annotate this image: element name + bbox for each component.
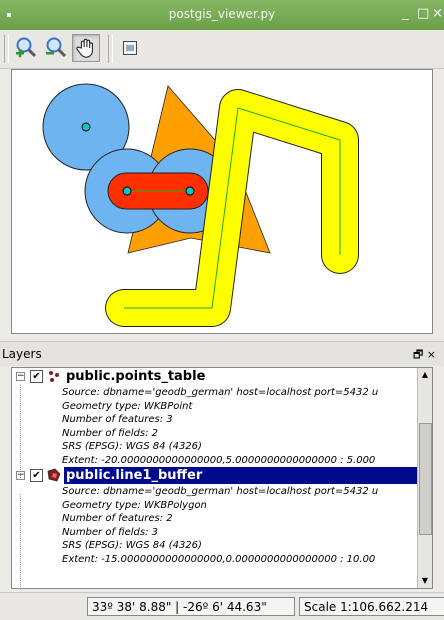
- layer-visibility-checkbox[interactable]: ✔: [30, 469, 43, 482]
- polygon-layer-icon: [47, 468, 61, 482]
- layer-info-fields: Number of fields: 3: [62, 526, 159, 538]
- layer-info-features: Number of features: 2: [62, 513, 173, 524]
- map-svg[interactable]: [12, 70, 433, 334]
- layers-panel-title: Layers: [2, 347, 42, 361]
- point-layer-icon: [49, 371, 59, 382]
- collapse-toggle-icon[interactable]: −: [16, 372, 25, 381]
- scroll-down-arrow-icon[interactable]: ▼: [418, 574, 432, 588]
- scrollbar-thumb[interactable]: [419, 423, 432, 535]
- dock-float-icon[interactable]: 🗗 ×: [413, 346, 436, 365]
- maximize-button[interactable]: □: [417, 6, 429, 21]
- layer-visibility-checkbox[interactable]: ✔: [30, 370, 43, 383]
- scroll-up-arrow-icon[interactable]: ▲: [418, 368, 432, 382]
- layer-info-source: Source: dbname='geodb_german' host=local…: [62, 486, 379, 497]
- layer-info-fields: Number of fields: 2: [62, 427, 159, 439]
- layer-row-points[interactable]: − ✔ public.points_table: [12, 368, 418, 386]
- zoom-in-button[interactable]: [12, 34, 40, 62]
- tree-guide-line: [20, 494, 21, 588]
- layer-info-geometry: Geometry type: WKBPoint: [62, 400, 193, 412]
- layers-vertical-scrollbar[interactable]: ▲ ▼: [417, 368, 432, 588]
- tree-guide-line: [20, 385, 21, 480]
- layers-panel-header: Layers 🗗 ×: [0, 341, 444, 366]
- point-feature-2: [122, 186, 132, 196]
- layer-info-geometry: Geometry type: WKBPolygon: [62, 499, 207, 511]
- scale-display: Scale 1:106.662.214: [299, 597, 444, 616]
- layer-info-srs: SRS (EPSG): WGS 84 (4326): [62, 441, 202, 452]
- toolbar-grip[interactable]: [4, 35, 9, 63]
- status-bar: 33º 38' 8.88" | -26º 6' 44.63" Scale 1:1…: [0, 592, 444, 620]
- toolbar-separator: [108, 35, 113, 63]
- layer-info-extent: Extent: -20.0000000000000000,5.000000000…: [62, 454, 376, 466]
- window-title: postgis_viewer.py: [168, 7, 276, 21]
- layer-info-source: Source: dbname='geodb_german' host=local…: [62, 387, 379, 398]
- layer-name: public.points_table: [66, 369, 206, 384]
- layer-info-srs: SRS (EPSG): WGS 84 (4326): [62, 540, 202, 551]
- zoom-out-button[interactable]: [42, 34, 70, 62]
- point-feature-1: [81, 122, 91, 132]
- minimize-button[interactable]: _: [402, 6, 409, 21]
- map-toolbar: [0, 30, 444, 69]
- layer-info-extent: Extent: -15.0000000000000000,0.000000000…: [62, 553, 376, 565]
- map-canvas[interactable]: [11, 69, 433, 334]
- layers-tree[interactable]: − ✔ public.points_table Source: dbname='…: [11, 367, 433, 589]
- layer-name: public.line1_buffer: [66, 468, 203, 483]
- zoom-extent-button[interactable]: [116, 34, 144, 62]
- zoom-out-icon: [46, 37, 67, 58]
- coordinates-display: 33º 38' 8.88" | -26º 6' 44.63": [87, 597, 295, 616]
- zoom-in-icon: [16, 37, 37, 58]
- layer-row-line-buffer[interactable]: − ✔ public.line1_buffer: [12, 467, 418, 485]
- zoom-extent-icon: [123, 41, 137, 55]
- close-button[interactable]: ×: [432, 6, 443, 21]
- window-titlebar: postgis_viewer.py _ □ ×: [0, 0, 444, 30]
- pan-hand-icon: [76, 38, 93, 58]
- point-feature-3: [185, 186, 195, 196]
- layer-info-features: Number of features: 3: [62, 414, 173, 425]
- pan-button[interactable]: [72, 34, 100, 62]
